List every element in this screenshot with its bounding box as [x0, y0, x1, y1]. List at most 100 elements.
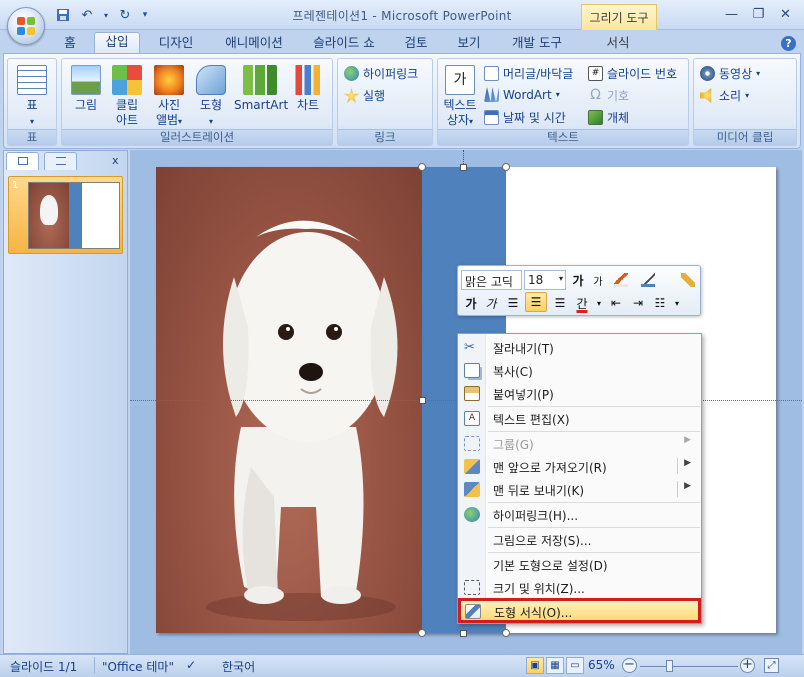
- shapes-button[interactable]: 도형 ▾: [194, 65, 228, 129]
- chart-button[interactable]: 차트: [290, 65, 326, 113]
- menu-item-save-as-picture[interactable]: 그림으로 저장(S)...: [459, 528, 700, 551]
- zoom-slider-track[interactable]: [640, 666, 738, 667]
- spellcheck-icon[interactable]: ✓: [186, 658, 196, 672]
- smartart-label: SmartArt: [234, 98, 289, 112]
- office-button[interactable]: [7, 7, 45, 45]
- undo-icon[interactable]: ↶: [78, 6, 96, 24]
- align-left-icon[interactable]: ☰: [503, 293, 523, 313]
- zoom-level[interactable]: 65%: [588, 658, 615, 672]
- minimize-icon[interactable]: —: [719, 4, 744, 24]
- resize-handle-s[interactable]: [460, 630, 467, 637]
- help-icon[interactable]: ?: [781, 36, 796, 51]
- menu-item-edit-text[interactable]: A 텍스트 편집(X): [459, 407, 700, 430]
- tab-developer[interactable]: 개발 도구: [502, 34, 572, 54]
- redo-icon[interactable]: ↻: [116, 6, 134, 24]
- font-size-combo[interactable]: 18 ▾: [524, 270, 566, 290]
- tab-slideshow[interactable]: 슬라이드 쇼: [302, 34, 386, 54]
- header-footer-label: 머리글/바닥글: [503, 67, 574, 81]
- menu-item-label: 그룹(G): [493, 438, 534, 452]
- outline-tab[interactable]: [44, 152, 77, 170]
- slide-number-button[interactable]: # 슬라이드 번호: [588, 65, 677, 82]
- zoom-out-icon[interactable]: −: [622, 658, 637, 673]
- tab-animation[interactable]: 애니메이션: [216, 34, 292, 54]
- menu-item-paste[interactable]: 붙여넣기(P): [459, 382, 700, 405]
- dropdown-arrow-icon[interactable]: ▾: [672, 293, 682, 313]
- menu-item-size-position[interactable]: 크기 및 위치(Z)...: [459, 576, 700, 599]
- datetime-button[interactable]: 날짜 및 시간: [484, 109, 566, 126]
- zoom-slider-thumb[interactable]: [666, 660, 673, 672]
- slide-thumbnail[interactable]: [28, 182, 120, 249]
- submenu-arrow-icon[interactable]: ▶: [684, 481, 691, 491]
- menu-item-bring-to-front[interactable]: 맨 앞으로 가져오기(R) ▶: [459, 455, 700, 478]
- datetime-label: 날짜 및 시간: [503, 111, 566, 125]
- picture-label: 그림: [74, 98, 98, 112]
- tab-format[interactable]: 서식: [590, 34, 646, 54]
- tab-view[interactable]: 보기: [446, 34, 492, 54]
- line-color-button[interactable]: [636, 270, 660, 290]
- table-button[interactable]: 표 ▾: [14, 65, 50, 129]
- save-icon[interactable]: [54, 6, 72, 24]
- fill-color-button[interactable]: [610, 270, 632, 290]
- tab-review[interactable]: 검토: [396, 34, 436, 54]
- photo-album-button[interactable]: 사진 앨범▾: [152, 65, 186, 129]
- customize-qat-icon[interactable]: ▾: [140, 6, 150, 24]
- menu-item-group[interactable]: 그룹(G) ▶: [459, 432, 700, 455]
- resize-handle-ne[interactable]: [502, 163, 510, 171]
- resize-handle-w[interactable]: [419, 397, 426, 404]
- restore-icon[interactable]: ❐: [746, 4, 771, 24]
- clipart-button[interactable]: 클립 아트: [110, 65, 144, 128]
- resize-handle-n[interactable]: [460, 164, 467, 171]
- action-button[interactable]: 실행: [344, 87, 385, 104]
- align-right-icon[interactable]: ☰: [550, 293, 570, 313]
- menu-item-set-default-shape[interactable]: 기본 도형으로 설정(D): [459, 553, 700, 576]
- slideshow-view-icon[interactable]: ▭: [566, 657, 584, 674]
- grow-font-button[interactable]: 가: [569, 270, 587, 290]
- fit-to-window-icon[interactable]: ⤢: [764, 658, 779, 673]
- header-footer-button[interactable]: 머리글/바닥글: [484, 65, 573, 82]
- movie-button[interactable]: 동영상 ▾: [700, 65, 760, 82]
- smartart-button[interactable]: SmartArt: [234, 65, 289, 113]
- align-center-icon[interactable]: ☰: [525, 292, 547, 312]
- font-color-button[interactable]: 간: [572, 293, 592, 313]
- wordart-button[interactable]: WordArt ▾: [484, 87, 560, 102]
- italic-button[interactable]: 가: [482, 293, 500, 313]
- slides-tab[interactable]: [6, 152, 39, 170]
- textbox-button[interactable]: 가 텍스트 상자▾: [442, 65, 478, 129]
- symbol-button[interactable]: Ω 기호: [588, 87, 629, 104]
- slide-sorter-view-icon[interactable]: ▦: [546, 657, 564, 674]
- undo-dropdown-icon[interactable]: ▾: [102, 6, 110, 24]
- resize-handle-sw[interactable]: [418, 629, 426, 637]
- menu-item-cut[interactable]: ✂ 잘라내기(T): [459, 336, 700, 359]
- menu-item-send-to-back[interactable]: 맨 뒤로 보내기(K) ▶: [459, 478, 700, 501]
- grow-font-label: 가: [572, 273, 584, 288]
- submenu-arrow-icon[interactable]: ▶: [684, 458, 691, 468]
- close-icon[interactable]: ✕: [773, 4, 798, 24]
- resize-handle-nw[interactable]: [418, 163, 426, 171]
- decrease-indent-icon[interactable]: ⇤: [606, 293, 626, 313]
- shrink-font-button[interactable]: 가: [589, 270, 607, 290]
- italic-label: 가: [485, 296, 497, 311]
- sound-button[interactable]: 소리 ▾: [700, 87, 749, 104]
- hyperlink-button[interactable]: 하이퍼링크: [344, 65, 418, 82]
- tab-home[interactable]: 홈: [56, 34, 84, 54]
- resize-handle-se[interactable]: [502, 629, 510, 637]
- increase-indent-icon[interactable]: ⇥: [628, 293, 648, 313]
- tab-design[interactable]: 디자인: [150, 34, 202, 54]
- pane-close-icon[interactable]: x: [112, 154, 119, 167]
- picture-button[interactable]: 그림: [68, 65, 104, 113]
- language[interactable]: 한국어: [222, 658, 255, 675]
- object-button[interactable]: 개체: [588, 109, 629, 126]
- theme-name: "Office 테마": [102, 660, 174, 674]
- font-name-combo[interactable]: 맑은 고딕: [461, 270, 522, 290]
- bold-button[interactable]: 가: [462, 293, 480, 313]
- bullets-icon[interactable]: ☷: [650, 293, 670, 313]
- normal-view-icon[interactable]: ▣: [526, 657, 544, 674]
- format-painter-button[interactable]: [678, 270, 698, 290]
- dropdown-arrow-icon: ▾: [178, 117, 183, 126]
- menu-item-copy[interactable]: 복사(C): [459, 359, 700, 382]
- bold-label: 가: [465, 296, 477, 311]
- menu-item-hyperlink[interactable]: 하이퍼링크(H)...: [459, 503, 700, 526]
- zoom-in-icon[interactable]: +: [740, 658, 755, 673]
- dropdown-arrow-icon[interactable]: ▾: [594, 293, 604, 313]
- tab-insert[interactable]: 삽입: [94, 32, 140, 55]
